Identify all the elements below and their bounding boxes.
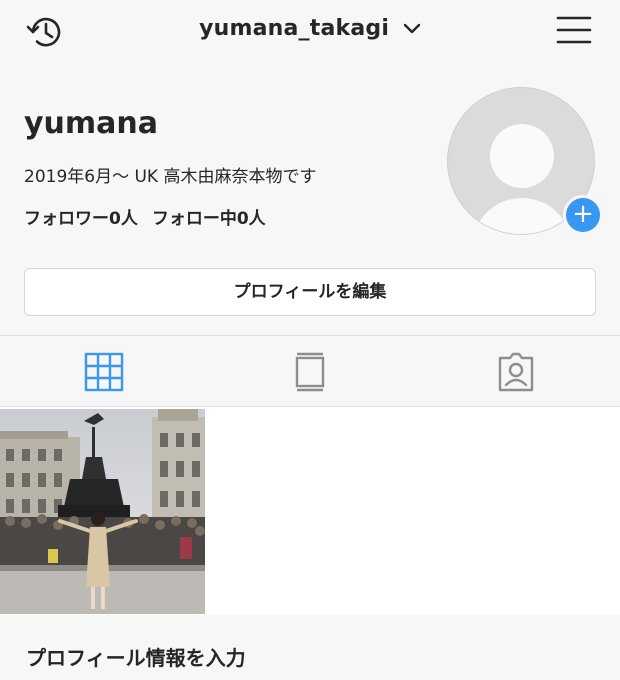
- chevron-down-icon: [403, 23, 421, 34]
- account-switcher[interactable]: yumana_takagi: [0, 16, 620, 41]
- hamburger-menu-icon[interactable]: [556, 14, 592, 46]
- followers-count[interactable]: フォロワー0人: [24, 209, 138, 229]
- posts-grid: [0, 407, 620, 615]
- avatar-body-shape: [472, 198, 572, 234]
- username-label: yumana_takagi: [199, 16, 390, 41]
- top-bar: yumana_takagi: [0, 0, 620, 62]
- display-name: yumana: [24, 106, 159, 141]
- edit-profile-button[interactable]: プロフィールを編集: [24, 268, 596, 316]
- post-photo: [0, 409, 205, 614]
- avatar-head-shape: [490, 124, 554, 188]
- post-thumbnail[interactable]: [0, 409, 205, 614]
- profile-tab-bar: [0, 335, 620, 407]
- grid-icon[interactable]: [84, 352, 124, 392]
- bio-text: 2019年6月〜 UK 高木由麻奈本物です: [24, 167, 317, 187]
- follow-stats: フォロワー0人 フォロー中0人: [24, 204, 266, 229]
- following-count[interactable]: フォロー中0人: [152, 209, 266, 229]
- feed-icon[interactable]: [290, 352, 330, 392]
- add-photo-plus-icon[interactable]: +: [563, 195, 603, 235]
- complete-profile-prompt[interactable]: プロフィール情報を入力: [26, 642, 246, 671]
- tagged-person-icon[interactable]: [496, 352, 536, 392]
